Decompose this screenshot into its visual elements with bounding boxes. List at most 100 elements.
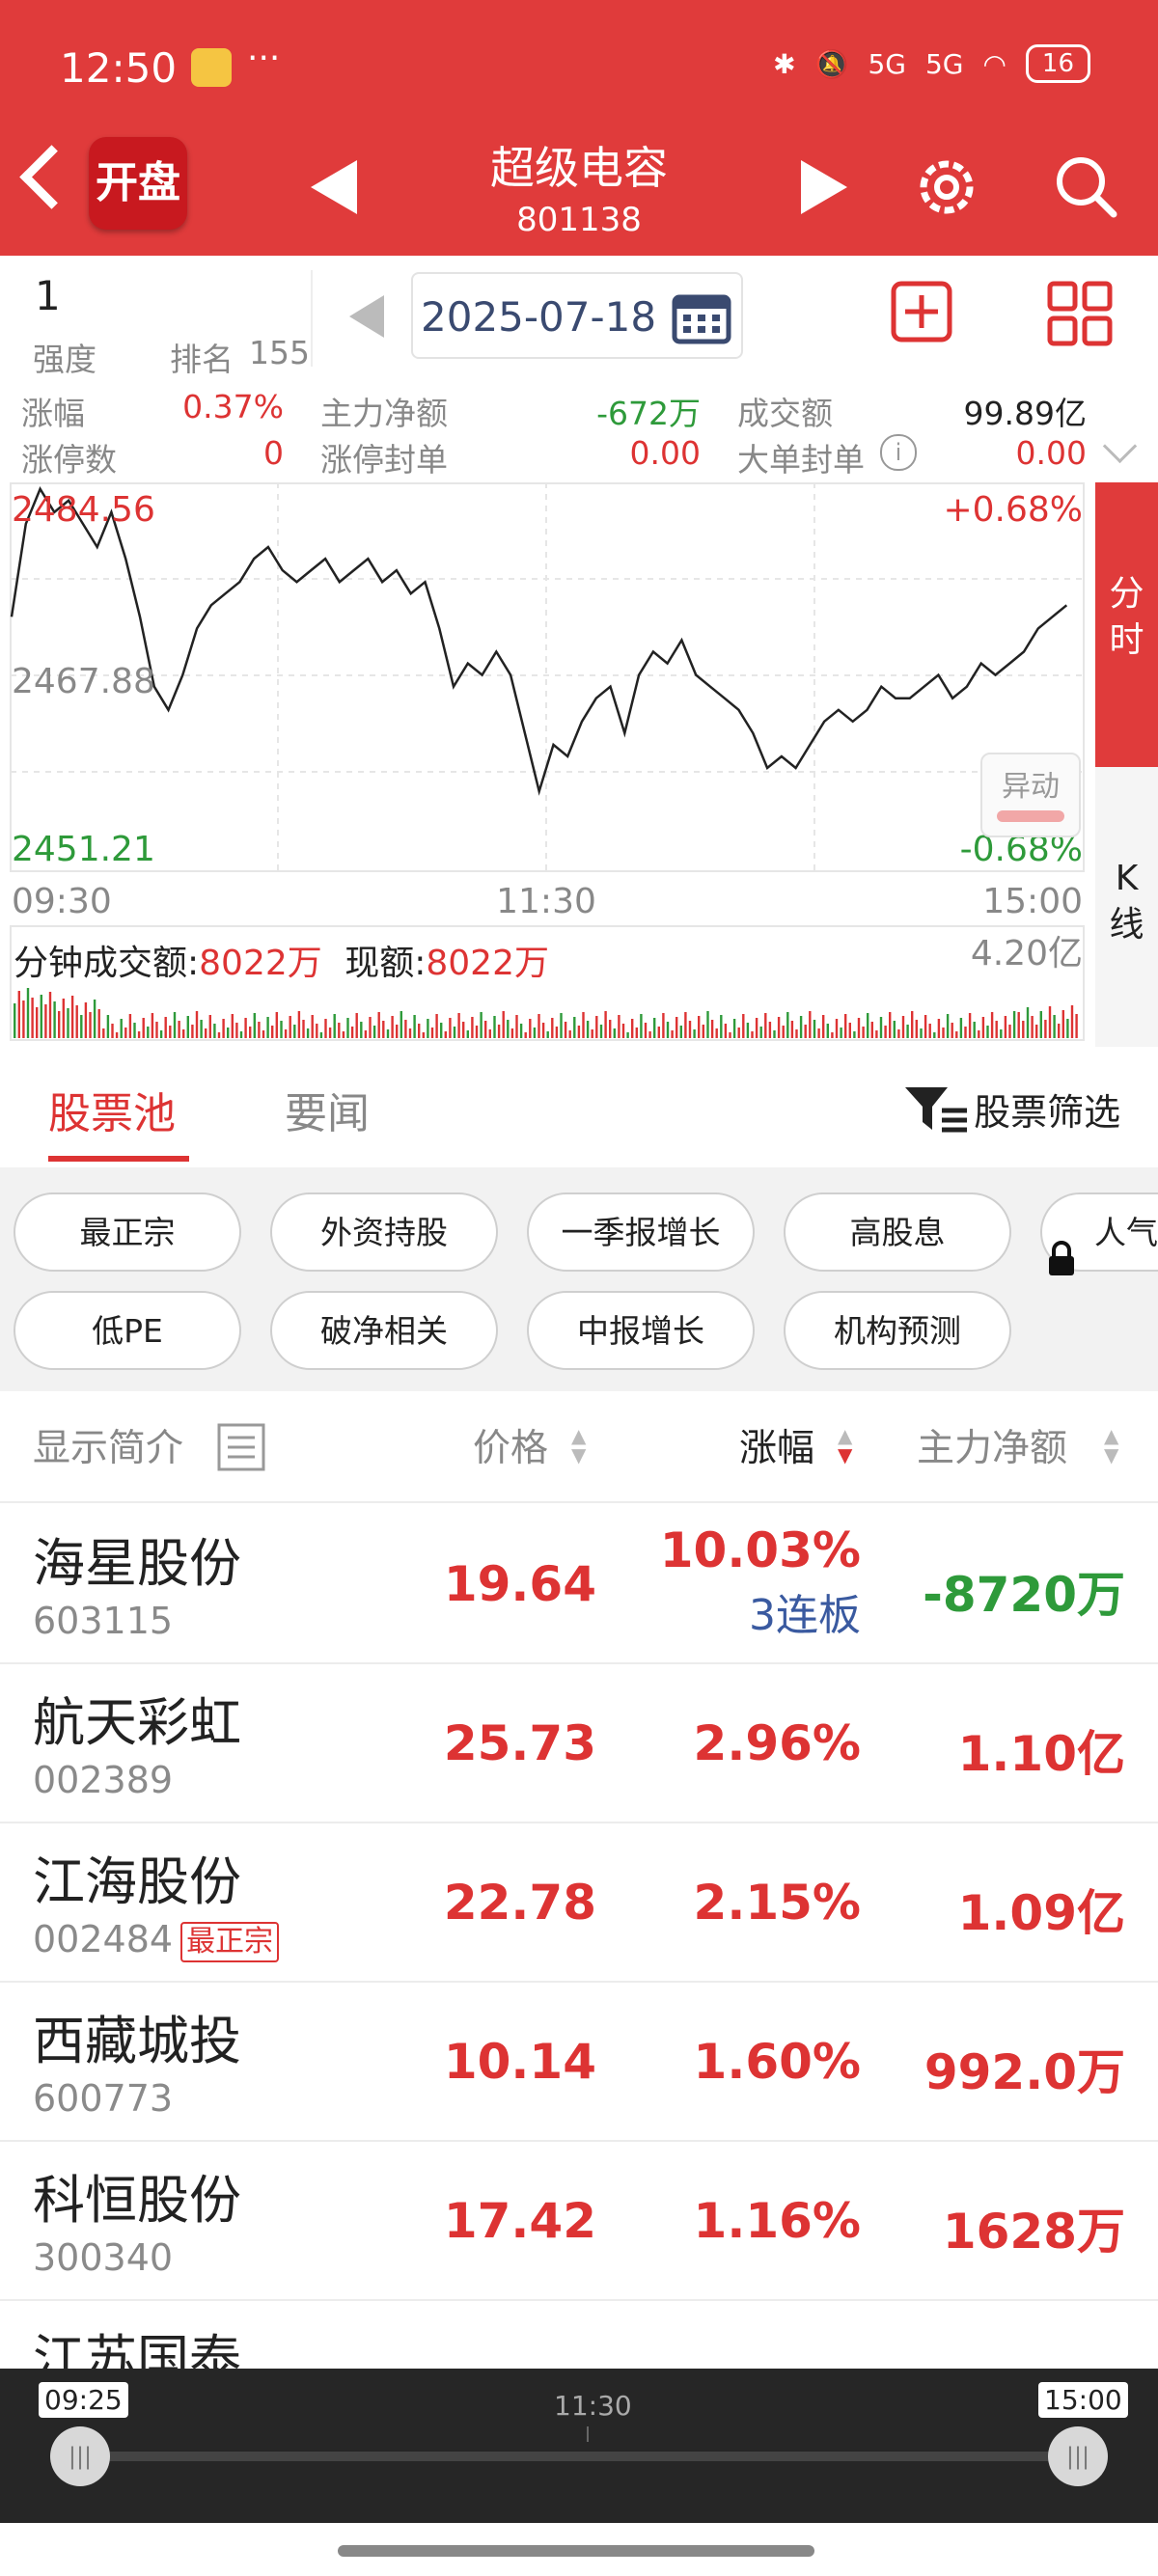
volume-bar: [613, 1028, 616, 1038]
volume-bar: [422, 1032, 425, 1038]
header-name[interactable]: 显示简介: [33, 1418, 183, 1472]
slider-end-label: 15:00: [1038, 2382, 1128, 2418]
volume-bar: [115, 1032, 119, 1038]
screener-button[interactable]: 股票筛选: [903, 1082, 1120, 1136]
streak-label: 3连板: [749, 1591, 861, 1640]
gear-icon[interactable]: [912, 152, 981, 222]
tab-news[interactable]: 要闻: [285, 1079, 370, 1140]
volume-bar: [937, 1019, 941, 1038]
table-row[interactable]: 西藏城投 600773 10.14 1.60% 992.0万: [0, 1981, 1158, 2142]
header-change[interactable]: 涨幅: [739, 1418, 814, 1472]
volume-bar: [538, 1014, 540, 1038]
volume-bar: [1048, 1006, 1052, 1038]
bigorder-seal-value: 0.00: [1015, 434, 1087, 472]
chip-7[interactable]: 中报增长: [527, 1291, 755, 1370]
table-row[interactable]: 科恒股份 300340 17.42 1.16% 1628万: [0, 2140, 1158, 2301]
header-net[interactable]: 主力净额: [917, 1418, 1067, 1472]
volume-bar: [284, 1029, 288, 1038]
slider-track[interactable]: [77, 2452, 1081, 2461]
tab-intraday[interactable]: 分时: [1095, 482, 1158, 767]
volume-bar: [205, 1028, 207, 1038]
volume-bar: [964, 1027, 967, 1038]
slider-end-handle[interactable]: |||: [1048, 2426, 1108, 2486]
volume-bar: [1066, 1019, 1069, 1038]
volume-bar: [462, 1022, 465, 1038]
volume-bar: [995, 1021, 998, 1038]
volume-bar: [582, 1012, 585, 1038]
weibo-icon: [191, 48, 232, 87]
time-range-slider[interactable]: 09:25 11:30 15:00 ||| |||: [0, 2369, 1158, 2523]
volume-bar: [751, 1031, 754, 1038]
signal-5g-2: 5G: [924, 47, 964, 80]
volume-bar: [316, 1024, 318, 1038]
tab-stock-pool[interactable]: 股票池: [48, 1079, 176, 1140]
list-toggle-icon[interactable]: [216, 1422, 266, 1472]
stock-code: 300340: [33, 2236, 174, 2279]
volume-bar: [1026, 1007, 1030, 1038]
table-row[interactable]: 海星股份 603115 19.64 10.03% 3连板 -8720万: [0, 1503, 1158, 1664]
volume-bar: [75, 1005, 78, 1038]
volume-bar: [782, 1026, 785, 1038]
volume-bar: [137, 1031, 141, 1038]
volume-bar: [430, 1028, 434, 1038]
volume-bar: [786, 1012, 789, 1038]
date-prev-icon[interactable]: [349, 295, 384, 338]
volume-bar: [693, 1029, 696, 1038]
chip-5[interactable]: 低PE: [14, 1291, 241, 1370]
volume-bar: [142, 1018, 145, 1038]
yidong-label: 异动: [1002, 770, 1060, 804]
sort-icon-change[interactable]: ▲ ▼: [838, 1426, 852, 1465]
add-watchlist-icon[interactable]: [890, 280, 953, 343]
chip-6[interactable]: 破净相关: [270, 1291, 498, 1370]
grid-menu-icon[interactable]: [1046, 280, 1114, 347]
slider-start-handle[interactable]: |||: [50, 2426, 110, 2486]
header-price[interactable]: 价格: [473, 1418, 548, 1472]
volume-bar: [759, 1027, 762, 1038]
chip-1[interactable]: 外资持股: [270, 1192, 498, 1272]
tab-kline[interactable]: K线: [1095, 767, 1158, 1047]
stock-price: 25.73: [443, 1715, 596, 1771]
volume-bar: [951, 1023, 953, 1038]
app-header: 12:50 ··· ✱ 🔕 5G 5G ◠ 16 开盘 超级电容 801138: [0, 0, 1158, 256]
volume-bar: [93, 1000, 96, 1038]
volume-bar: [346, 1018, 349, 1038]
table-row[interactable]: 江苏国泰: [0, 2299, 1158, 2369]
stock-name: 科恒股份: [33, 2170, 241, 2231]
filter-icon: [905, 1086, 967, 1132]
volume-bar: [1039, 1011, 1042, 1038]
volume-bar: [453, 1027, 456, 1038]
yidong-button[interactable]: 异动: [980, 753, 1081, 837]
table-row[interactable]: 航天彩虹 002389 25.73 2.96% 1.10亿: [0, 1662, 1158, 1823]
home-indicator[interactable]: [338, 2545, 814, 2557]
volume-value: 8022万: [199, 944, 322, 983]
table-row[interactable]: 江海股份 002484 最正宗 22.78 2.15% 1.09亿: [0, 1822, 1158, 1983]
volume-bar: [128, 1014, 132, 1038]
volume-bar: [147, 1027, 150, 1038]
chip-2[interactable]: 一季报增长: [527, 1192, 755, 1272]
volume-bar: [178, 1021, 180, 1038]
search-icon[interactable]: [1052, 152, 1119, 222]
volume-bar: [306, 1028, 310, 1038]
sort-icon-price[interactable]: ▲ ▼: [571, 1426, 586, 1465]
chip-0[interactable]: 最正宗: [14, 1192, 241, 1272]
volume-bar: [1031, 1016, 1034, 1038]
next-arrow-icon[interactable]: [801, 160, 847, 214]
volume-bar: [382, 1021, 385, 1038]
date-picker[interactable]: 2025-07-18: [411, 272, 743, 359]
chip-8[interactable]: 机构预测: [784, 1291, 1011, 1370]
volume-bar: [609, 1020, 612, 1038]
info-icon[interactable]: i: [880, 434, 917, 471]
volume-bar: [671, 1030, 674, 1038]
sort-icon-net[interactable]: ▲ ▼: [1104, 1426, 1118, 1465]
intraday-chart[interactable]: 2484.56 2467.88 2451.21 +0.68% -0.68% 09…: [10, 482, 1086, 1042]
stock-code: 002484: [33, 1918, 174, 1960]
volume-bar: [200, 1020, 203, 1038]
volume-bar: [840, 1028, 842, 1038]
volume-bar: [897, 1029, 900, 1038]
chart-svg: 2484.56 2467.88 2451.21 +0.68% -0.68% 09…: [10, 482, 1086, 1042]
chip-3[interactable]: 高股息: [784, 1192, 1011, 1272]
chevron-down-icon[interactable]: [1102, 428, 1138, 464]
volume-bar: [26, 988, 30, 1038]
volume-bar: [58, 1011, 61, 1038]
volume-bar: [524, 1032, 527, 1038]
